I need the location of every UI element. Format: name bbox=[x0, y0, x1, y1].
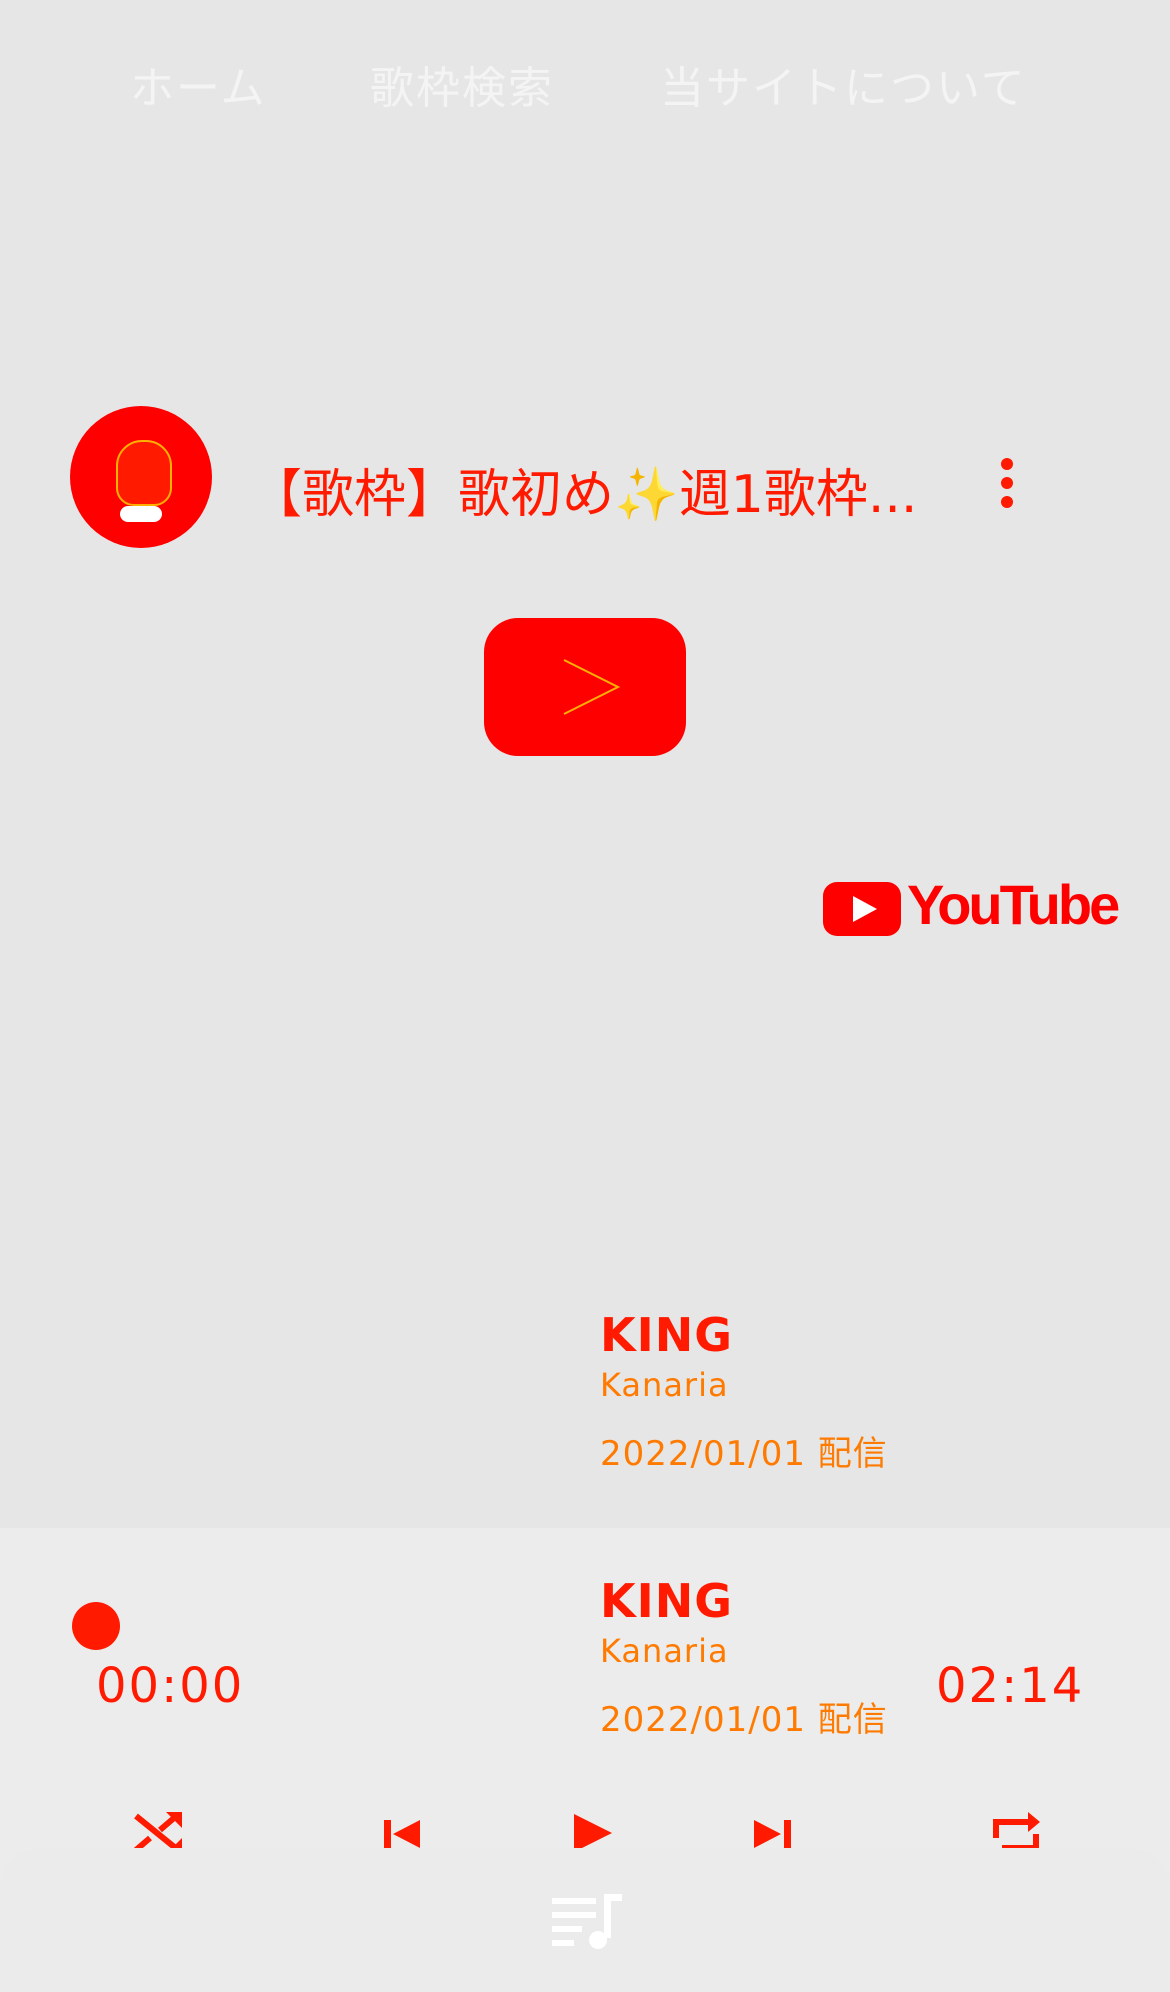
youtube-wordmark: YouTube bbox=[907, 873, 1120, 936]
song-date: 2022/01/01 配信 bbox=[600, 1434, 888, 1474]
player-song-date: 2022/01/01 配信 bbox=[600, 1700, 888, 1740]
nav-song-search[interactable]: 歌枠検索 bbox=[370, 52, 554, 116]
seek-handle[interactable] bbox=[72, 1602, 120, 1650]
play-icon bbox=[563, 659, 621, 715]
song-title: KING bbox=[600, 1308, 734, 1362]
nav-home[interactable]: ホーム bbox=[130, 52, 267, 116]
queue-music-icon[interactable] bbox=[552, 1894, 624, 1950]
avatar-figure bbox=[116, 440, 172, 506]
more-options-icon[interactable] bbox=[996, 458, 1018, 510]
video-title[interactable]: 【歌枠】歌初め✨週1歌枠... bbox=[250, 452, 917, 527]
video-play-button[interactable] bbox=[484, 618, 686, 756]
nav-about[interactable]: 当サイトについて bbox=[660, 52, 1027, 116]
elapsed-time: 00:00 bbox=[96, 1658, 245, 1714]
channel-avatar[interactable] bbox=[70, 406, 212, 548]
player-song-artist: Kanaria bbox=[600, 1632, 729, 1670]
duration-time: 02:14 bbox=[936, 1658, 1085, 1714]
song-artist: Kanaria bbox=[600, 1366, 729, 1404]
player-song-title: KING bbox=[600, 1574, 734, 1628]
avatar-hand bbox=[120, 506, 162, 522]
youtube-play-icon bbox=[823, 882, 901, 936]
